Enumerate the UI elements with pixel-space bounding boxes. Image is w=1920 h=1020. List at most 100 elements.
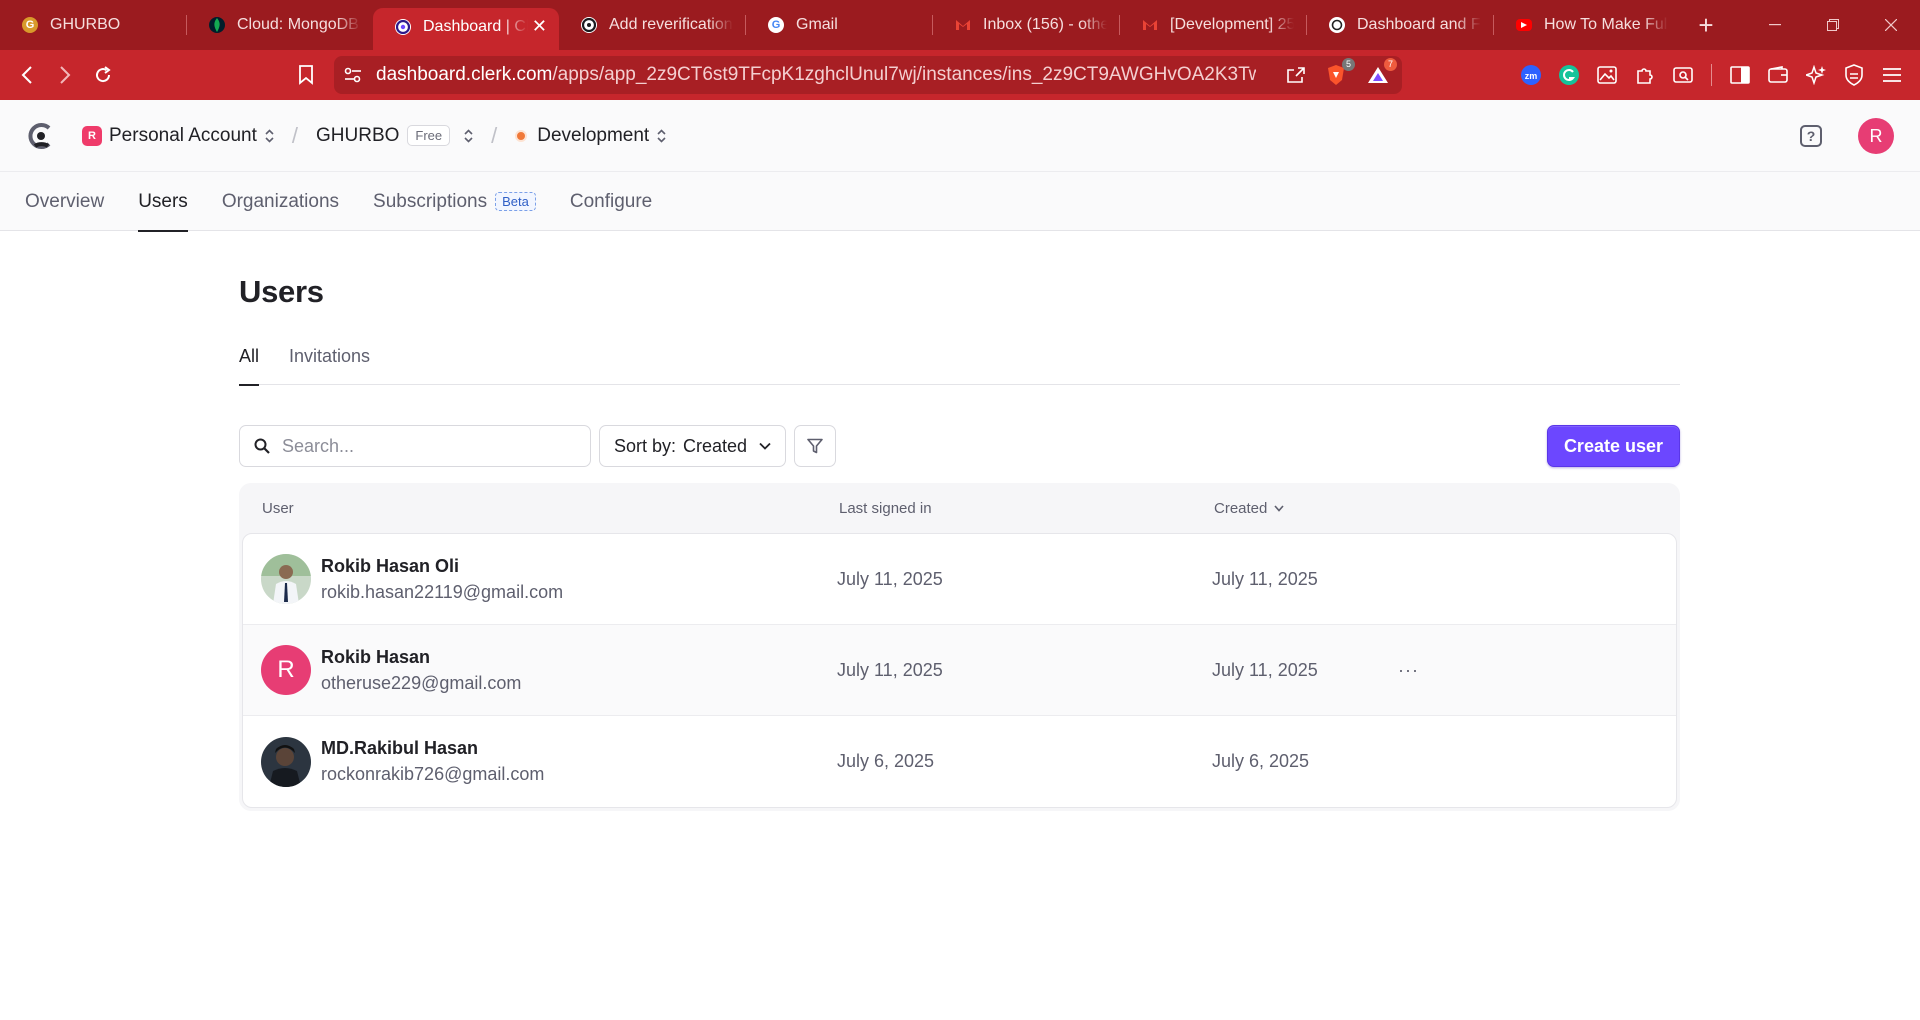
- close-icon[interactable]: ✕: [532, 16, 547, 37]
- tab-title: Inbox (156) - other: [983, 16, 1107, 33]
- app-header: R Personal Account / GHURBO Free / Devel…: [0, 100, 1920, 172]
- row-actions-menu-icon[interactable]: ···: [1398, 660, 1419, 681]
- chevron-up-down-icon: [657, 128, 666, 143]
- browser-tab[interactable]: Inbox (156) - other: [933, 5, 1119, 45]
- window-controls: [1746, 0, 1920, 50]
- browser-tab[interactable]: Add reverification: [559, 5, 745, 45]
- browser-tab[interactable]: Dashboard and Fr: [1307, 5, 1493, 45]
- user-info: MD.Rakibul Hasan rockonrakib726@gmail.co…: [321, 738, 544, 785]
- table-controls: Sort by: Created Create user: [239, 425, 1680, 467]
- puzzle-icon[interactable]: [1631, 61, 1659, 89]
- ghurbo-icon: G: [22, 17, 38, 33]
- column-header-created-label: Created: [1214, 499, 1268, 517]
- extensions-area: zm: [1517, 56, 1906, 94]
- table-row[interactable]: MD.Rakibul Hasan rockonrakib726@gmail.co…: [243, 716, 1676, 807]
- help-icon[interactable]: ?: [1800, 125, 1822, 147]
- subtab-invitations[interactable]: Invitations: [289, 344, 370, 385]
- close-window-button[interactable]: [1862, 0, 1920, 50]
- user-avatar[interactable]: R: [1858, 118, 1894, 154]
- user-info: Rokib Hasan Oli rokib.hasan22119@gmail.c…: [321, 556, 563, 603]
- bookmark-icon[interactable]: [287, 56, 325, 94]
- reload-icon[interactable]: [84, 56, 122, 94]
- table-body: Rokib Hasan Oli rokib.hasan22119@gmail.c…: [242, 533, 1677, 808]
- browser-tab-strip: G GHURBO Cloud: MongoDB Cloud Dashboard …: [0, 0, 1920, 50]
- tab-subscriptions-label: Subscriptions: [373, 190, 488, 212]
- url-host: dashboard.clerk.com: [376, 64, 553, 85]
- clerk-logo-icon[interactable]: [26, 121, 56, 151]
- rewards-count-badge: 7: [1383, 58, 1397, 71]
- vpn-icon[interactable]: [1840, 61, 1868, 89]
- tab-title: Dashboard and Fr: [1357, 16, 1481, 33]
- forward-icon[interactable]: [46, 56, 84, 94]
- column-header-user: User: [262, 499, 294, 517]
- tab-title: How To Make Full: [1544, 16, 1668, 33]
- image-extension-icon[interactable]: [1593, 61, 1621, 89]
- environment-switcher[interactable]: Development: [515, 125, 666, 147]
- tab-users[interactable]: Users: [138, 172, 188, 232]
- url-path: /apps/app_2z9CT6st9TFcpK1zghclUnul7wj/in…: [552, 64, 1256, 85]
- zoom-extension-icon[interactable]: zm: [1517, 61, 1545, 89]
- user-name: Rokib Hasan: [321, 646, 431, 667]
- brave-shield-icon[interactable]: 5: [1322, 58, 1355, 89]
- browser-tab[interactable]: How To Make Full: [1494, 5, 1680, 45]
- column-header-created[interactable]: Created: [1214, 500, 1284, 517]
- grammarly-extension-icon[interactable]: [1555, 61, 1583, 89]
- table-row[interactable]: Rokib Hasan Oli rokib.hasan22119@gmail.c…: [243, 534, 1676, 625]
- browser-tab[interactable]: G Gmail: [746, 5, 932, 45]
- tab-subscriptions[interactable]: Subscriptions Beta: [373, 172, 536, 231]
- table-row[interactable]: R Rokib Hasan otheruse229@gmail.com July…: [243, 625, 1676, 716]
- new-tab-button[interactable]: +: [1686, 5, 1726, 45]
- tab-configure[interactable]: Configure: [570, 172, 652, 231]
- filter-button[interactable]: [794, 425, 837, 467]
- restore-button[interactable]: [1804, 0, 1862, 50]
- subtab-all[interactable]: All: [239, 344, 260, 386]
- menu-icon[interactable]: [1878, 61, 1906, 89]
- column-header-last-signed-in: Last signed in: [839, 499, 932, 517]
- wallet-icon[interactable]: [1764, 61, 1792, 89]
- minimize-button[interactable]: [1746, 0, 1804, 50]
- table-header: User Last signed in Created: [242, 483, 1677, 533]
- users-page: Users All Invitations Sort by: Created C…: [239, 232, 1680, 811]
- share-icon[interactable]: [1286, 66, 1306, 84]
- account-switcher[interactable]: R Personal Account: [82, 125, 274, 147]
- last-signed-in-date: July 6, 2025: [837, 751, 935, 771]
- clerk-icon: [581, 17, 597, 33]
- last-signed-in-date: July 11, 2025: [837, 659, 943, 680]
- user-photo-avatar: [261, 736, 311, 787]
- browser-tab[interactable]: Cloud: MongoDB Cloud: [187, 5, 373, 45]
- browser-tab[interactable]: [Development] 25: [1120, 5, 1306, 45]
- google-icon: G: [768, 17, 784, 33]
- application-switcher[interactable]: GHURBO Free: [316, 125, 473, 147]
- tab-organizations[interactable]: Organizations: [222, 172, 339, 231]
- sort-dropdown[interactable]: Sort by: Created: [599, 425, 787, 467]
- brave-rewards-icon[interactable]: 7: [1364, 58, 1397, 89]
- main-navigation: Overview Users Organizations Subscriptio…: [0, 172, 1920, 232]
- search-input[interactable]: [282, 435, 562, 457]
- created-date: July 11, 2025: [1212, 568, 1318, 589]
- search-box[interactable]: [239, 425, 591, 467]
- url-text[interactable]: dashboard.clerk.com/apps/app_2z9CT6st9TF…: [376, 64, 1256, 86]
- header-actions: ? R: [1800, 118, 1894, 154]
- last-signed-in-date: July 11, 2025: [837, 568, 943, 589]
- create-user-button[interactable]: Create user: [1546, 425, 1680, 467]
- gmail-icon: [1142, 17, 1158, 33]
- site-settings-icon[interactable]: [344, 67, 362, 83]
- address-bar[interactable]: dashboard.clerk.com/apps/app_2z9CT6st9TF…: [334, 56, 1402, 94]
- chevron-up-down-icon: [464, 128, 473, 143]
- mongodb-icon: [209, 17, 225, 33]
- tab-title: Gmail: [796, 16, 838, 33]
- browser-tab[interactable]: G GHURBO: [0, 5, 186, 45]
- tab-title: [Development] 25: [1170, 16, 1294, 33]
- tab-overview[interactable]: Overview: [25, 172, 104, 231]
- filter-icon: [807, 438, 823, 454]
- page-search-icon[interactable]: [1669, 61, 1697, 89]
- browser-tab-active[interactable]: Dashboard | Clerk ✕: [373, 8, 559, 50]
- beta-badge: Beta: [495, 192, 536, 211]
- account-avatar: R: [82, 125, 102, 146]
- users-subtabs: All Invitations: [239, 344, 1680, 386]
- back-icon[interactable]: [8, 56, 46, 94]
- leo-ai-icon[interactable]: [1802, 61, 1830, 89]
- tab-title: Dashboard | Clerk: [423, 17, 528, 35]
- sidebar-icon[interactable]: [1726, 61, 1754, 89]
- toolbar-divider: [1711, 64, 1712, 86]
